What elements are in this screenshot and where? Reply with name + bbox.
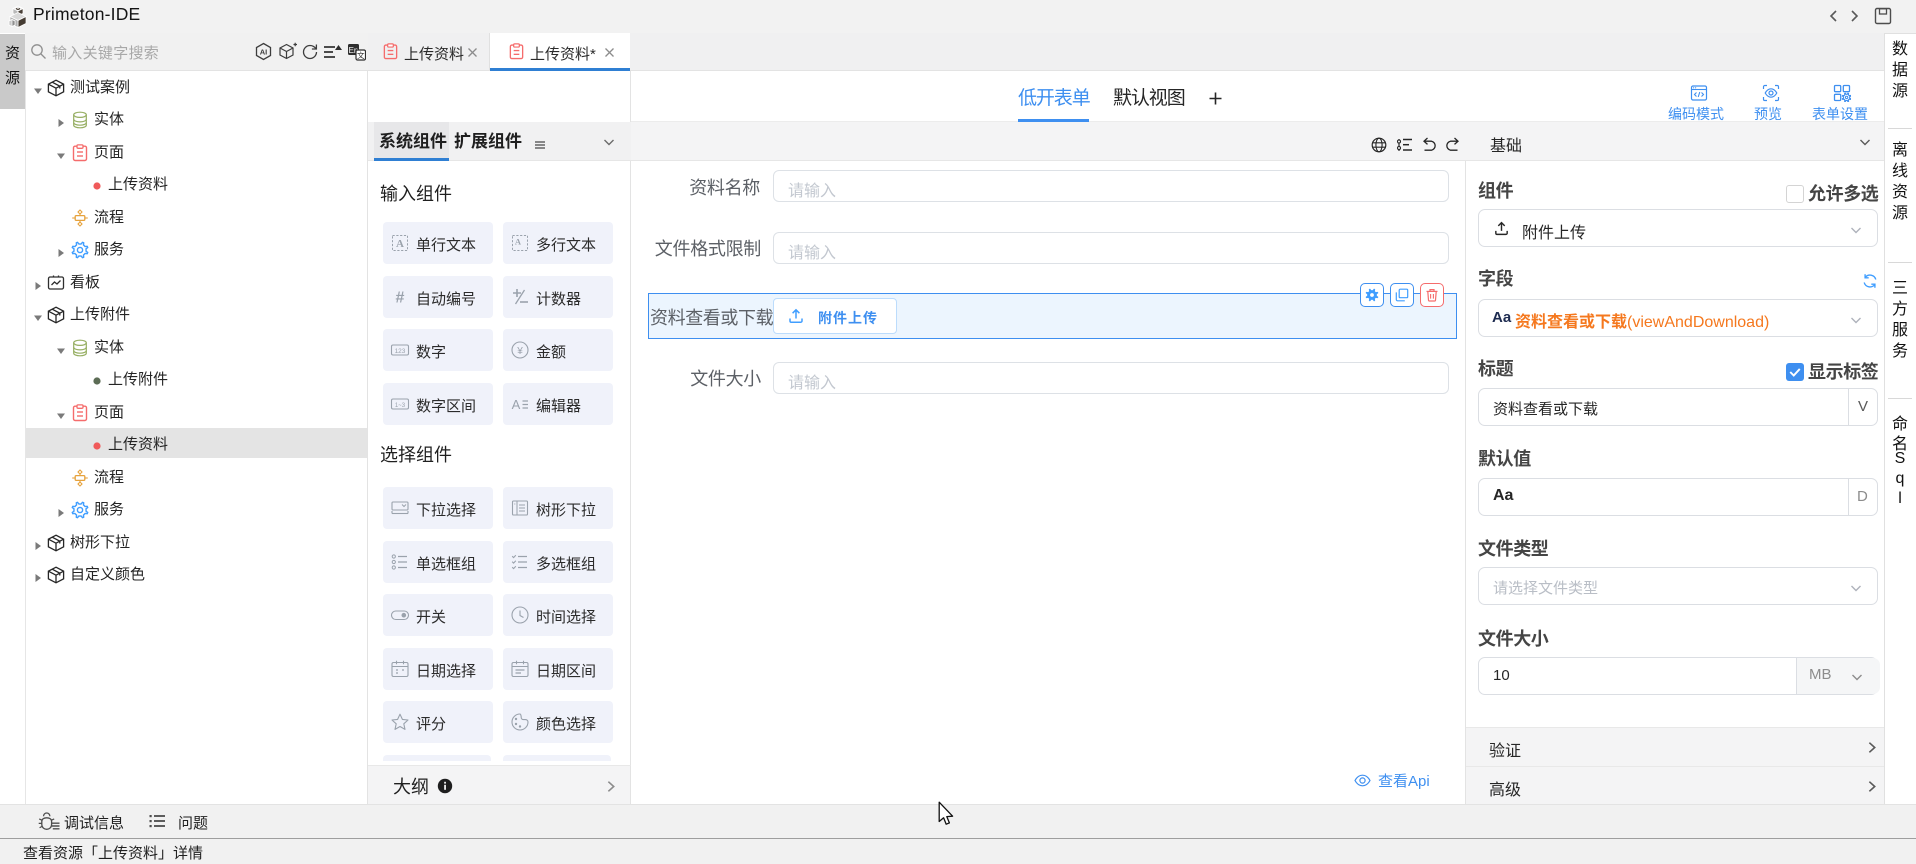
- svg-text:A: A: [396, 238, 404, 250]
- svg-text:1~3: 1~3: [395, 402, 406, 408]
- svg-text:文: 文: [357, 50, 365, 60]
- svg-text:A: A: [515, 237, 522, 247]
- svg-text:123: 123: [395, 348, 406, 355]
- svg-text:AI: AI: [260, 47, 268, 56]
- svg-text:¥: ¥: [516, 346, 523, 357]
- svg-text:#: #: [396, 289, 405, 306]
- svg-text:A: A: [512, 397, 521, 412]
